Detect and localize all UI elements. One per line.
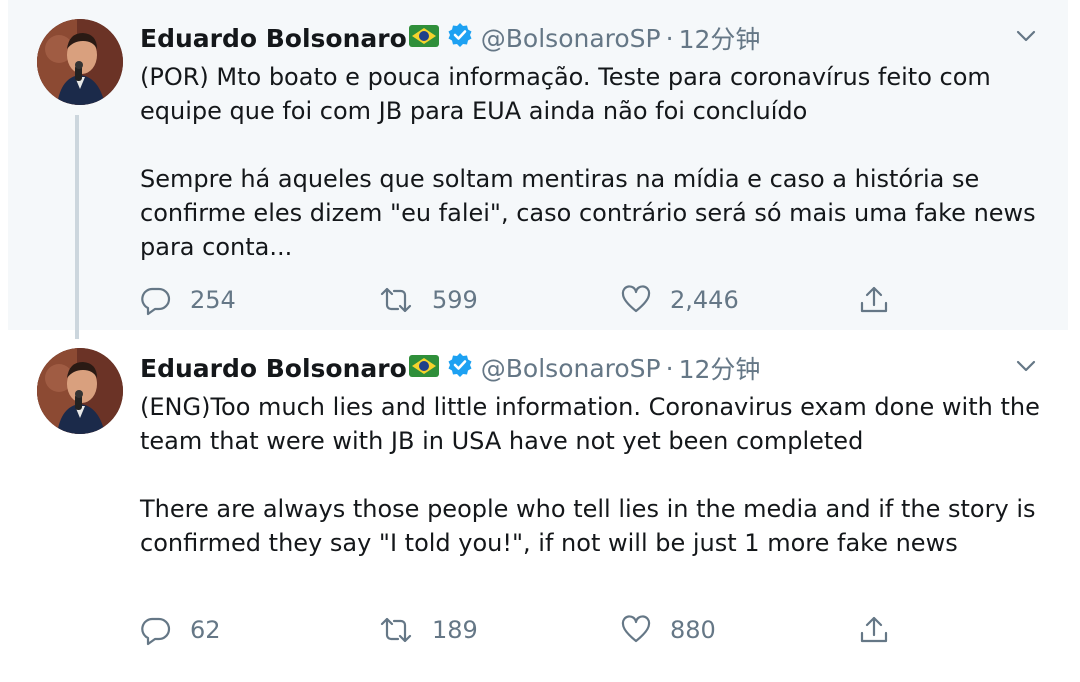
retweet-count: 599 xyxy=(432,286,478,314)
tweet-card[interactable]: Eduardo Bolsonaro @BolsonaroSP · 12分钟 (P… xyxy=(8,0,1068,330)
chevron-down-icon[interactable] xyxy=(1012,26,1040,46)
brazil-flag-icon xyxy=(408,24,439,53)
tweet-paragraph: (POR) Mto boato e pouca informação. Test… xyxy=(140,63,991,125)
retweet-count: 189 xyxy=(432,616,478,644)
like-count: 2,446 xyxy=(670,286,739,314)
author-handle[interactable]: @BolsonaroSP xyxy=(481,354,661,383)
reply-count: 62 xyxy=(190,616,221,644)
verified-badge-icon xyxy=(447,22,473,54)
share-button[interactable] xyxy=(858,280,908,320)
reply-button[interactable]: 254 xyxy=(140,280,236,320)
tweet-paragraph: Sempre há aqueles que soltam mentiras na… xyxy=(140,165,1036,261)
timestamp[interactable]: 12分钟 xyxy=(679,20,761,56)
separator-dot: · xyxy=(665,353,674,383)
tweet-card[interactable]: Eduardo Bolsonaro @BolsonaroSP · 12分钟 (E… xyxy=(8,330,1068,660)
tweet-text: (POR) Mto boato e pouca informação. Test… xyxy=(140,60,1040,264)
retweet-icon xyxy=(380,287,412,313)
tweet-thread: Eduardo Bolsonaro @BolsonaroSP · 12分钟 (P… xyxy=(0,0,1080,682)
author-name[interactable]: Eduardo Bolsonaro xyxy=(140,354,407,383)
avatar[interactable] xyxy=(37,348,123,434)
chevron-down-icon[interactable] xyxy=(1012,356,1040,376)
retweet-button[interactable]: 599 xyxy=(378,280,478,320)
share-button[interactable] xyxy=(858,610,908,650)
thread-connector-line xyxy=(75,115,79,339)
tweet-header: Eduardo Bolsonaro @BolsonaroSP · 12分钟 xyxy=(140,350,760,386)
verified-badge-icon xyxy=(447,352,473,384)
share-icon xyxy=(860,286,888,313)
author-handle[interactable]: @BolsonaroSP xyxy=(481,24,661,53)
separator-dot: · xyxy=(665,23,674,53)
reply-count: 254 xyxy=(190,286,236,314)
tweet-paragraph: (ENG)Too much lies and little informatio… xyxy=(140,393,1040,455)
avatar[interactable] xyxy=(37,19,123,105)
retweet-icon xyxy=(380,617,412,643)
retweet-button[interactable]: 189 xyxy=(378,610,478,650)
share-icon xyxy=(860,616,888,643)
author-name[interactable]: Eduardo Bolsonaro xyxy=(140,24,407,53)
reply-button[interactable]: 62 xyxy=(140,610,221,650)
tweet-actions: 254 599 2,446 xyxy=(140,280,1040,320)
reply-icon xyxy=(141,287,171,316)
heart-icon xyxy=(621,285,651,313)
brazil-flag-icon xyxy=(408,354,439,383)
heart-icon xyxy=(621,615,651,643)
timestamp[interactable]: 12分钟 xyxy=(679,350,761,386)
reply-icon xyxy=(141,617,171,646)
tweet-actions: 62 189 880 xyxy=(140,610,1040,650)
like-button[interactable]: 2,446 xyxy=(620,280,739,320)
like-button[interactable]: 880 xyxy=(620,610,716,650)
tweet-paragraph: There are always those people who tell l… xyxy=(140,495,1036,557)
like-count: 880 xyxy=(670,616,716,644)
tweet-text: (ENG)Too much lies and little informatio… xyxy=(140,390,1040,560)
tweet-header: Eduardo Bolsonaro @BolsonaroSP · 12分钟 xyxy=(140,20,760,56)
